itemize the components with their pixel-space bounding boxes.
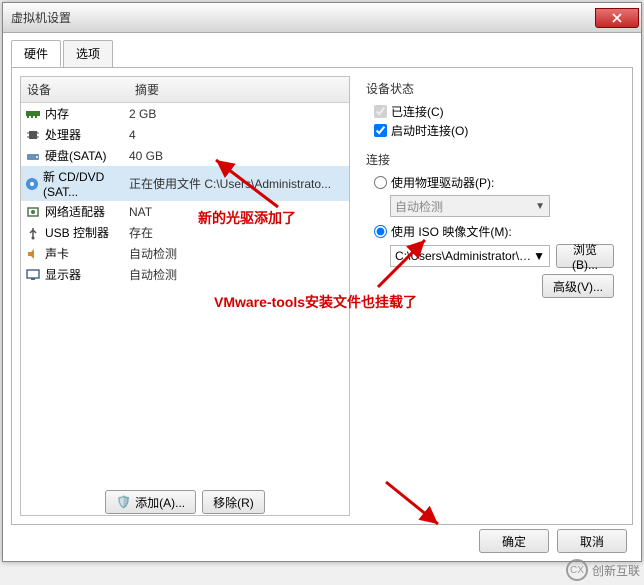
- device-list-header: 设备 摘要: [21, 77, 349, 103]
- cd-icon: [25, 176, 39, 192]
- list-item[interactable]: USB 控制器 存在: [21, 222, 349, 243]
- settings-panel: 设备状态 已连接(C) 启动时连接(O) 连接 使用物理驱动器(P): 自动检测…: [350, 76, 624, 516]
- shield-icon: 🛡️: [116, 495, 131, 509]
- watermark-icon: CX: [566, 559, 588, 581]
- remove-button[interactable]: 移除(R): [202, 490, 265, 514]
- tab-options[interactable]: 选项: [63, 40, 113, 67]
- chevron-down-icon: ▼: [535, 201, 545, 212]
- connect-at-power-checkbox[interactable]: 启动时连接(O): [374, 122, 614, 139]
- disk-icon: [25, 148, 41, 164]
- tab-hardware[interactable]: 硬件: [11, 40, 61, 67]
- list-item[interactable]: 声卡 自动检测: [21, 243, 349, 264]
- cpu-icon: [25, 127, 41, 143]
- use-physical-radio[interactable]: 使用物理驱动器(P):: [374, 174, 614, 191]
- display-icon: [25, 267, 41, 283]
- device-panel: 设备 摘要 内存 2 GB 处理器 4 硬盘(SATA) 40 GB: [20, 76, 350, 516]
- close-button[interactable]: [595, 8, 639, 28]
- column-summary: 摘要: [129, 77, 349, 102]
- watermark-text: 创新互联: [592, 562, 640, 579]
- memory-icon: [25, 106, 41, 122]
- list-item[interactable]: 硬盘(SATA) 40 GB: [21, 145, 349, 166]
- chevron-down-icon: ▼: [533, 249, 545, 263]
- window-title: 虚拟机设置: [11, 9, 595, 26]
- list-item[interactable]: 新 CD/DVD (SAT... 正在使用文件 C:\Users\Adminis…: [21, 166, 349, 201]
- close-icon: [612, 13, 622, 23]
- browse-button[interactable]: 浏览(B)...: [556, 244, 614, 268]
- column-device: 设备: [21, 77, 129, 102]
- tab-strip: 硬件 选项: [11, 40, 633, 68]
- list-item[interactable]: 处理器 4: [21, 124, 349, 145]
- advanced-button[interactable]: 高级(V)...: [542, 274, 614, 298]
- titlebar: 虚拟机设置: [3, 3, 641, 33]
- watermark: CX 创新互联: [566, 559, 640, 581]
- list-item[interactable]: 内存 2 GB: [21, 103, 349, 124]
- sound-icon: [25, 246, 41, 262]
- device-list[interactable]: 内存 2 GB 处理器 4 硬盘(SATA) 40 GB 新 CD/DVD (S…: [21, 103, 349, 515]
- add-button[interactable]: 🛡️添加(A)...: [105, 490, 196, 514]
- use-iso-radio[interactable]: 使用 ISO 映像文件(M):: [374, 223, 614, 240]
- connection-label: 连接: [366, 151, 614, 168]
- usb-icon: [25, 225, 41, 241]
- cancel-button[interactable]: 取消: [557, 529, 627, 553]
- ok-button[interactable]: 确定: [479, 529, 549, 553]
- list-item[interactable]: 网络适配器 NAT: [21, 201, 349, 222]
- list-item[interactable]: 显示器 自动检测: [21, 264, 349, 285]
- iso-path-combo[interactable]: C:\Users\Administrator\Desk▼: [390, 245, 550, 267]
- connected-checkbox[interactable]: 已连接(C): [374, 103, 614, 120]
- physical-drive-combo[interactable]: 自动检测▼: [390, 195, 550, 217]
- device-status-label: 设备状态: [366, 80, 614, 97]
- network-icon: [25, 204, 41, 220]
